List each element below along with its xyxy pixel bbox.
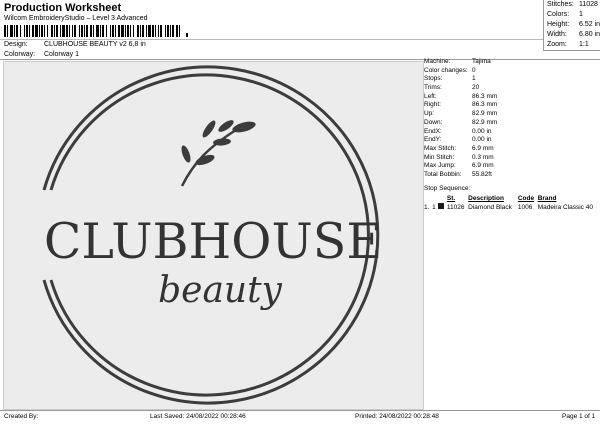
info-row: Down: 82.9 mm	[424, 119, 600, 128]
info-label: EndX:	[424, 127, 442, 135]
info-row: Max Jump: 6.9 mm	[424, 162, 600, 171]
colorway-value: Colorway 1	[44, 51, 80, 58]
info-label: Left:	[424, 92, 437, 100]
barcode	[4, 25, 188, 37]
info-value: 82.9 mm	[472, 118, 498, 126]
info-label: Stops:	[424, 75, 443, 83]
info-label: Min Stitch:	[424, 153, 455, 161]
design-row: Design: CLUBHOUSE BEAUTY v2 6,8 in	[4, 41, 146, 48]
info-value: 20	[472, 84, 480, 92]
info-value: 1	[472, 75, 476, 83]
col-brand: Brand	[537, 195, 557, 202]
stat-row: Stitches: 11028	[544, 0, 600, 10]
printed-date: Printed: 24/08/2022 00:28:48	[355, 413, 439, 420]
stat-row: Height: 6.52 in	[544, 20, 600, 30]
software-subtitle: Wilcom EmbroideryStudio – Level 3 Advanc…	[4, 15, 148, 22]
footer-divider	[0, 410, 600, 411]
stop-sequence-table: St. Description Code Brand 1. 1 11026 Di…	[424, 195, 600, 212]
info-label: Max Stitch:	[424, 144, 457, 152]
col-swatch	[438, 195, 447, 203]
color-swatch	[438, 203, 445, 209]
info-row: Color changes: 0	[424, 67, 600, 76]
design-value: CLUBHOUSE BEAUTY v2 6,8 in	[44, 41, 146, 48]
info-row: Right: 86.3 mm	[424, 101, 600, 110]
stat-value: 1:1	[579, 41, 589, 48]
row-stitches: 11026	[446, 204, 465, 211]
embroidery-design: CLUBHOUSE beauty	[42, 65, 382, 405]
last-saved: Last Saved: 24/08/2022 00:28:46	[150, 413, 246, 420]
info-value: 0.00 in	[472, 127, 492, 135]
info-value: 82.9 mm	[472, 110, 498, 118]
leaf-branch-icon	[180, 120, 256, 187]
info-label: Max Jump:	[424, 162, 456, 170]
info-label: Trims:	[424, 84, 442, 92]
info-value: Tajima	[472, 58, 491, 65]
info-value: 86.3 mm	[472, 101, 498, 109]
info-value: 6.9 mm	[472, 144, 494, 152]
stat-label: Zoom:	[547, 41, 567, 48]
info-value: 55.82ft	[472, 170, 492, 178]
created-by: Created By:	[4, 413, 39, 420]
info-row: EndX: 0.00 in	[424, 128, 600, 137]
table-header-row: St. Description Code Brand	[424, 195, 600, 203]
stat-row: Zoom: 1:1	[544, 40, 600, 50]
page-number: Page 1 of 1	[562, 413, 596, 420]
info-row: EndY: 0.00 in	[424, 136, 600, 145]
stat-label: Height:	[547, 21, 570, 28]
row-brand: Madeira Classic 40	[537, 204, 593, 211]
stop-sequence-title: Stop Sequence:	[424, 185, 471, 192]
table-row: 1. 1 11026 Diamond Black 1006 Madeira Cl…	[424, 203, 600, 212]
stats-panel: Stitches: 11028 Colors: 1 Height: 6.52 in W…	[543, 0, 600, 51]
design-preview: CLUBHOUSE beauty	[3, 61, 424, 410]
info-value: 0	[472, 66, 476, 74]
info-value: 86.3 mm	[472, 92, 498, 100]
clubhouse-text: CLUBHOUSE	[44, 213, 382, 270]
info-row: Trims: 20	[424, 84, 600, 93]
info-row: Machine: Tajima	[424, 58, 600, 67]
stat-value: 11028	[579, 1, 598, 8]
row-description: Diamond Black	[468, 204, 512, 211]
info-label: Up:	[424, 110, 435, 118]
stat-label: Colors:	[547, 11, 570, 18]
info-row: Up: 82.9 mm	[424, 110, 600, 119]
col-stitches: St.	[446, 195, 456, 202]
info-value: 6.9 mm	[472, 162, 494, 170]
col-num	[424, 195, 432, 203]
machine-info-panel: Machine: Tajima Color changes: 0 Stops: 1 T…	[424, 58, 600, 180]
info-row: Left: 86.3 mm	[424, 93, 600, 102]
col-code: Code	[517, 195, 535, 202]
info-value: 0.3 mm	[472, 153, 494, 161]
row-num: 1.	[424, 204, 430, 211]
colorway-label: Colorway:	[4, 51, 36, 58]
stat-row: Colors: 1	[544, 10, 600, 20]
info-label: Right:	[424, 101, 441, 109]
beauty-script-text: beauty	[158, 270, 282, 311]
info-label: Color changes:	[424, 66, 468, 74]
stat-value: 6.80 in	[579, 31, 600, 38]
row-code: 1006	[517, 204, 533, 211]
stat-label: Width:	[547, 31, 567, 38]
colorway-row: Colorway: Colorway 1	[4, 51, 79, 58]
info-label: EndY:	[424, 136, 442, 144]
info-label: Total Bobbin:	[424, 170, 462, 178]
stat-row: Width: 6.80 in	[544, 30, 600, 40]
col-description: Description	[468, 195, 504, 202]
info-label: Down:	[424, 118, 443, 126]
info-row: Stops: 1	[424, 75, 600, 84]
header-divider	[0, 39, 543, 40]
worksheet-title: Production Worksheet	[4, 2, 122, 14]
info-label: Machine:	[424, 58, 451, 65]
info-row: Total Bobbin: 55.82ft	[424, 171, 600, 180]
info-value: 0.00 in	[472, 136, 492, 144]
stat-value: 6.52 in	[579, 21, 600, 28]
info-row: Max Stitch: 6.9 mm	[424, 145, 600, 154]
stat-label: Stitches:	[547, 1, 574, 8]
design-label: Design:	[4, 41, 28, 48]
info-row: Min Stitch: 0.3 mm	[424, 154, 600, 163]
stat-value: 1	[579, 11, 583, 18]
